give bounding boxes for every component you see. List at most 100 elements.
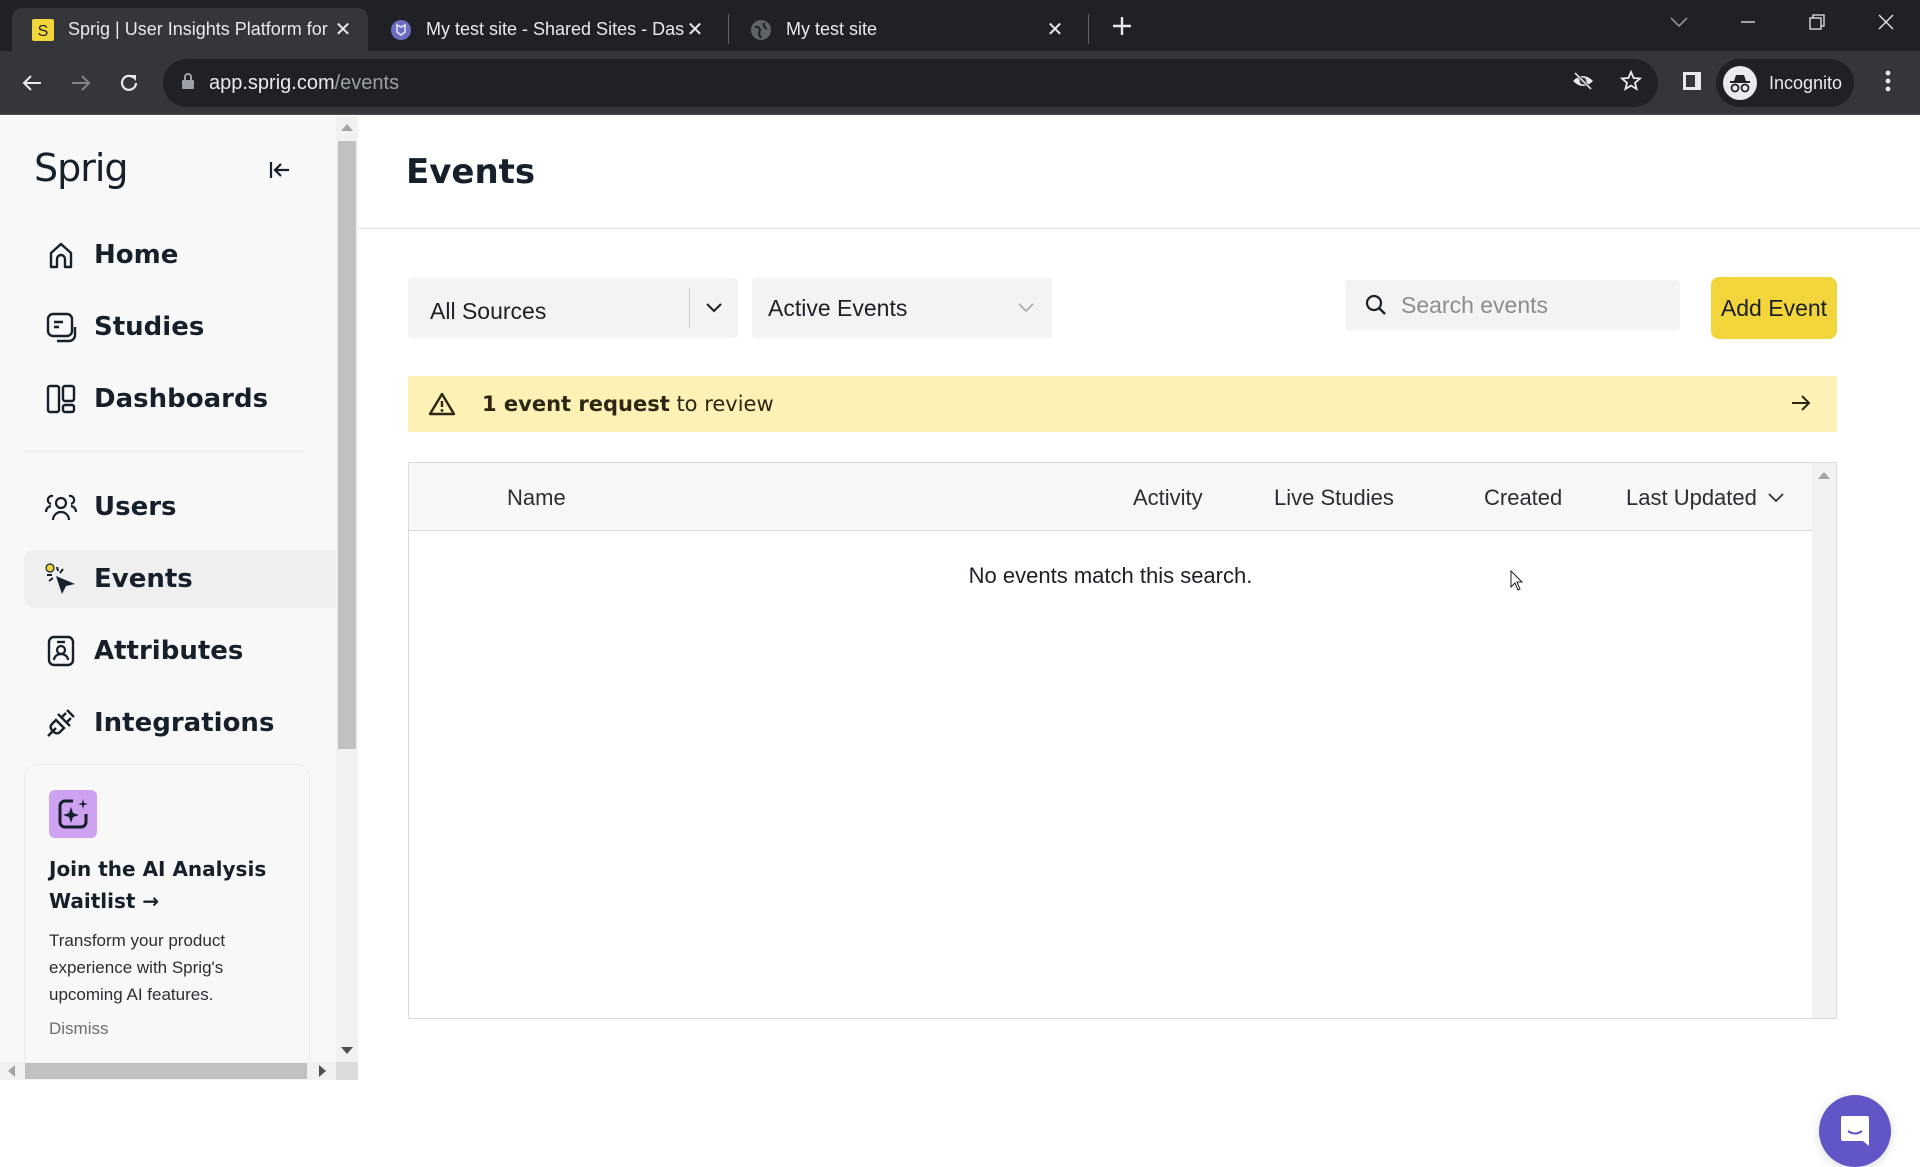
banner-count: 1 event request — [482, 392, 670, 416]
incognito-profile-button[interactable]: Incognito — [1716, 59, 1854, 107]
close-tab-icon[interactable]: ✕ — [332, 19, 354, 41]
empty-state-message: No events match this search. — [968, 563, 1253, 588]
close-window-button[interactable] — [1866, 6, 1906, 38]
event-request-banner[interactable]: 1 event request to review — [408, 376, 1837, 432]
dashboards-icon — [44, 382, 78, 416]
side-panel-button[interactable] — [1674, 63, 1710, 99]
sidebar-item-label: Events — [94, 564, 193, 594]
close-tab-icon[interactable]: ✕ — [1044, 19, 1066, 41]
eye-off-icon — [1573, 71, 1593, 91]
home-icon — [44, 238, 78, 272]
sidebar-item-events[interactable]: Events — [24, 550, 336, 608]
scrollbar-thumb[interactable] — [338, 141, 356, 749]
chevron-down-icon[interactable] — [1000, 302, 1052, 314]
address-bar[interactable]: app.sprig.com/events — [163, 59, 1658, 107]
collapse-sidebar-button[interactable] — [264, 154, 296, 186]
browser-menu-button[interactable] — [1870, 63, 1906, 99]
tab-title: My test site - Shared Sites - Dash — [426, 19, 684, 39]
integrations-icon — [44, 706, 78, 740]
app: Sprig Home Studies Dashboards Users Even… — [0, 116, 1920, 1167]
column-header-created[interactable]: Created — [1484, 485, 1562, 511]
chat-support-button[interactable] — [1819, 1095, 1891, 1167]
warning-icon — [428, 391, 456, 417]
column-header-name[interactable]: Name — [507, 485, 566, 511]
add-event-button[interactable]: Add Event — [1711, 277, 1837, 339]
scroll-left-arrow-icon[interactable] — [8, 1065, 15, 1077]
scroll-up-arrow-icon[interactable] — [341, 124, 353, 131]
restore-button[interactable] — [1797, 6, 1837, 38]
attributes-icon — [44, 634, 78, 668]
dismiss-link[interactable]: Dismiss — [49, 1019, 109, 1039]
tab-separator — [728, 14, 729, 44]
bookmark-button[interactable] — [1613, 63, 1649, 99]
column-header-live-studies[interactable]: Live Studies — [1274, 485, 1394, 511]
tab-sprig[interactable]: S Sprig | User Insights Platform for ✕ — [12, 8, 368, 51]
scroll-down-arrow-icon[interactable] — [341, 1047, 353, 1054]
sidebar-horizontal-scrollbar[interactable] — [0, 1062, 336, 1080]
sidebar-item-label: Users — [94, 492, 177, 522]
search-input[interactable] — [1401, 291, 1661, 319]
scrollbar-thumb[interactable] — [25, 1063, 307, 1079]
sidebar-item-integrations[interactable]: Integrations — [24, 694, 336, 752]
sidebar-item-label: Studies — [94, 312, 205, 342]
sidebar-item-home[interactable]: Home — [24, 226, 336, 284]
side-panel-icon — [1683, 72, 1701, 90]
sidebar-item-label: Dashboards — [94, 384, 269, 414]
column-header-last-updated[interactable]: Last Updated — [1626, 485, 1785, 511]
sidebar-item-attributes[interactable]: Attributes — [24, 622, 336, 680]
reload-button[interactable] — [111, 65, 147, 101]
table-header: Name Activity Live Studies Created Last … — [409, 463, 1812, 531]
sort-chevron-down-icon — [1768, 493, 1784, 503]
chevron-down-icon — [1670, 17, 1688, 28]
column-header-label: Last Updated — [1626, 485, 1757, 510]
incognito-icon — [1723, 66, 1757, 100]
sidebar-item-users[interactable]: Users — [24, 478, 336, 536]
new-tab-button[interactable] — [1108, 12, 1136, 40]
header-divider — [358, 228, 1920, 229]
reload-icon — [120, 74, 138, 91]
shield-site-icon — [390, 19, 412, 41]
status-filter-select[interactable]: Active Events — [752, 278, 1052, 338]
tracking-protection-button[interactable] — [1565, 63, 1601, 99]
close-tab-icon[interactable]: ✕ — [684, 19, 706, 41]
ai-waitlist-description: Transform your product experience with S… — [49, 931, 226, 1004]
url-host: app.sprig.com — [209, 71, 335, 94]
tab-title: Sprig | User Insights Platform for — [68, 19, 328, 39]
page-title: Events — [406, 152, 536, 192]
tab-shared-sites[interactable]: My test site - Shared Sites - Dash ✕ — [370, 8, 720, 51]
ai-waitlist-card: Join the AI Analysis Waitlist → Transfor… — [24, 764, 310, 1080]
table-vertical-scrollbar[interactable] — [1812, 463, 1836, 1018]
source-filter-select[interactable]: All Sources — [408, 278, 738, 338]
close-icon — [1878, 14, 1894, 30]
sidebar-vertical-scrollbar[interactable] — [336, 116, 358, 1062]
ai-waitlist-link[interactable]: Join the AI Analysis Waitlist → — [49, 853, 289, 917]
forward-button[interactable] — [63, 65, 99, 101]
status-filter-value: Active Events — [768, 294, 908, 321]
chat-icon — [1841, 1116, 1869, 1146]
sidebar-item-studies[interactable]: Studies — [24, 298, 336, 356]
back-button[interactable] — [14, 65, 50, 101]
sidebar-item-label: Attributes — [94, 636, 244, 666]
mouse-cursor-icon — [1510, 569, 1524, 597]
sidebar: Sprig Home Studies Dashboards Users Even… — [0, 116, 336, 1080]
sprig-logo[interactable]: Sprig — [34, 146, 129, 190]
column-header-activity[interactable]: Activity — [1133, 485, 1203, 511]
scroll-up-arrow-icon[interactable] — [1818, 472, 1830, 479]
tab-search-button[interactable] — [1659, 6, 1699, 38]
search-events-field[interactable] — [1345, 280, 1680, 330]
minimize-button[interactable] — [1728, 6, 1768, 38]
arrow-right-icon[interactable] — [1789, 391, 1813, 415]
sidebar-item-label: Integrations — [94, 708, 275, 738]
sidebar-item-dashboards[interactable]: Dashboards — [24, 370, 336, 428]
events-icon — [44, 562, 78, 596]
svg-text:S: S — [38, 23, 49, 40]
tab-my-test-site[interactable]: My test site ✕ — [730, 8, 1080, 51]
ai-sparkle-icon — [49, 790, 97, 838]
source-filter-value: All Sources — [430, 297, 547, 324]
banner-text: 1 event request to review — [482, 392, 774, 416]
events-table: Name Activity Live Studies Created Last … — [408, 462, 1837, 1019]
profile-label: Incognito — [1769, 72, 1843, 93]
scroll-right-arrow-icon[interactable] — [319, 1065, 326, 1077]
chevron-down-icon[interactable] — [690, 302, 738, 314]
arrow-right-icon — [72, 75, 91, 91]
